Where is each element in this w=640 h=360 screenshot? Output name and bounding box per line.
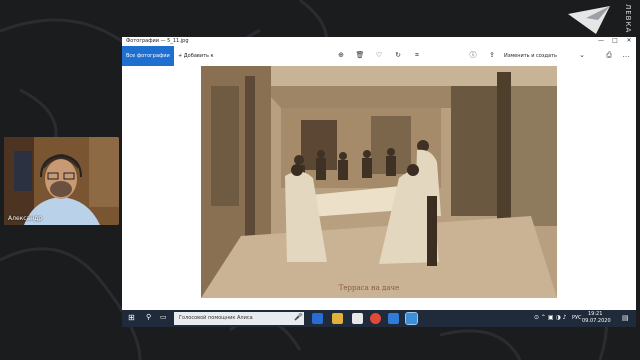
delete-icon[interactable]: 🗑 [355, 50, 365, 60]
more-icon[interactable]: … [621, 50, 631, 60]
mail-icon[interactable] [388, 313, 399, 324]
edit-create-button[interactable]: Изменить и создать [504, 46, 557, 66]
maximize-button[interactable]: □ [608, 37, 622, 44]
print-icon[interactable]: ⎙ [604, 50, 614, 60]
start-icon[interactable]: ⊞ [128, 313, 135, 322]
clock-time[interactable]: 19:21 [588, 311, 602, 317]
all-photos-button[interactable]: Все фотографии [122, 46, 174, 66]
webcam-feed: Александр [4, 137, 119, 225]
amazon-icon[interactable] [352, 313, 363, 324]
language-indicator[interactable]: РУС [572, 315, 582, 321]
add-to-button[interactable]: + Добавить к [178, 46, 214, 66]
share-icon[interactable]: ⇪ [487, 50, 497, 60]
chrome-icon[interactable] [370, 313, 381, 324]
info-icon[interactable]: ⓘ [468, 50, 478, 60]
photo-caption: Терраса на даче [339, 284, 400, 292]
webcam-image [4, 137, 119, 225]
notifications-icon[interactable]: ▤ [622, 314, 629, 322]
tray-icons[interactable]: ⊙ ⌃ ▣ ◑ ♪ [534, 314, 566, 321]
search-input[interactable]: Голосовой помощник Алиса [174, 312, 304, 325]
title-bar: Фотографии — 5_11.jpg — □ ✕ [122, 37, 636, 46]
clock-date[interactable]: 09.07.2020 [582, 318, 611, 324]
window-title: Фотографии — 5_11.jpg [126, 38, 189, 44]
crop-icon[interactable]: ⌗ [412, 50, 422, 60]
rotate-icon[interactable]: ↻ [393, 50, 403, 60]
photo-viewer: Терраса на даче [122, 66, 636, 310]
toolbar: Все фотографии + Добавить к ⊕ 🗑 ♡ ↻ ⌗ ⓘ … [122, 46, 636, 67]
close-button[interactable]: ✕ [622, 37, 636, 44]
microphone-icon[interactable]: 🎤 [294, 313, 303, 321]
search-icon[interactable]: ⚲ [146, 313, 151, 321]
zoom-icon[interactable]: ⊕ [336, 50, 346, 60]
photos-taskbar-icon[interactable] [405, 312, 418, 325]
taskbar: ⊞ ⚲ ▭ Голосовой помощник Алиса 🎤 ⊙ ⌃ ▣ ◑… [122, 310, 636, 327]
minimize-button[interactable]: — [594, 37, 608, 44]
heart-icon[interactable]: ♡ [374, 50, 384, 60]
photos-app-window: Фотографии — 5_11.jpg — □ ✕ Все фотограф… [122, 37, 636, 310]
file-explorer-icon[interactable] [332, 313, 343, 324]
sepia-photo: Терраса на даче [201, 66, 557, 298]
task-view-icon[interactable]: ▭ [160, 313, 167, 321]
brand-logo-text: ЛЕВКА [624, 4, 632, 34]
chevron-down-icon[interactable]: ⌄ [577, 50, 587, 60]
edge-icon[interactable] [312, 313, 323, 324]
participant-name: Александр [8, 215, 43, 222]
